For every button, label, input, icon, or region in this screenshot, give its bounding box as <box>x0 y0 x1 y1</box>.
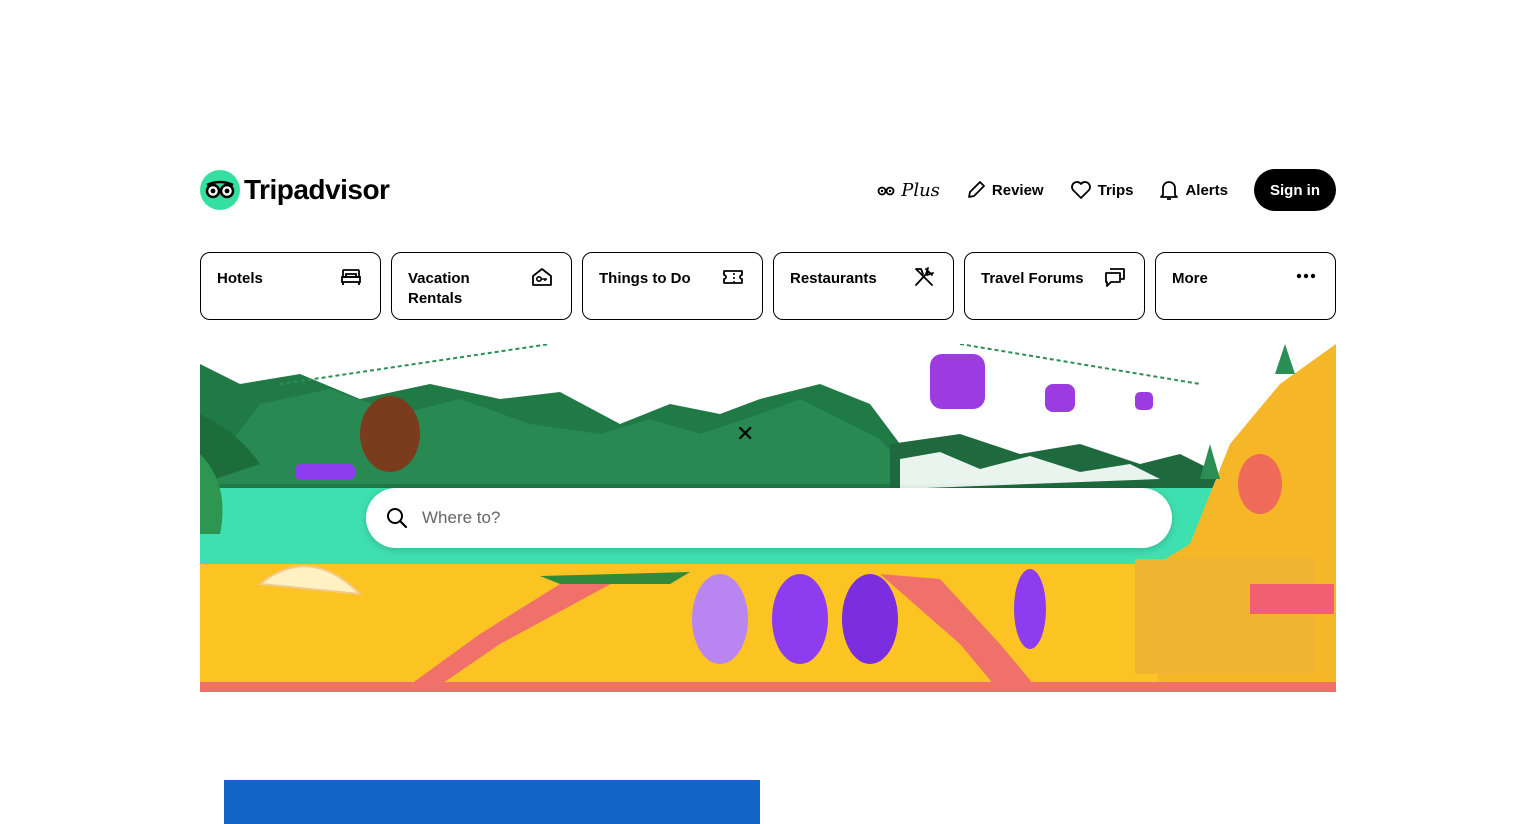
bell-icon <box>1160 181 1179 200</box>
close-icon[interactable]: ✕ <box>736 423 754 445</box>
speech-bubbles-icon <box>1105 268 1125 287</box>
alerts-link[interactable]: Alerts <box>1159 179 1228 201</box>
brand-name: Tripadvisor <box>244 174 390 205</box>
tab-label: Hotels <box>217 270 263 287</box>
search-bar[interactable] <box>366 488 1172 548</box>
sign-in-button[interactable]: Sign in <box>1254 169 1336 211</box>
tab-vacation-rentals[interactable]: Vacation Rentals <box>391 252 572 320</box>
owl-eyes-icon <box>200 170 240 210</box>
tab-travel-forums[interactable]: Travel Forums <box>964 252 1145 320</box>
bed-icon <box>341 269 361 285</box>
tab-restaurants[interactable]: Restaurants <box>773 252 954 320</box>
heart-icon <box>1070 181 1091 199</box>
search-icon <box>387 508 408 529</box>
tab-hotels[interactable]: Hotels <box>200 252 381 320</box>
tab-more[interactable]: More <box>1155 252 1336 320</box>
pencil-icon <box>968 181 985 198</box>
plus-link[interactable]: Plus <box>877 180 940 201</box>
owl-eyes-small-icon <box>877 186 895 196</box>
hero-banner: ✕ <box>200 344 1336 692</box>
house-key-icon <box>532 268 552 286</box>
review-link[interactable]: Review <box>966 180 1044 200</box>
trips-label: Trips <box>1097 181 1134 199</box>
tab-label: Vacation Rentals <box>408 270 470 307</box>
trips-link[interactable]: Trips <box>1070 180 1134 200</box>
top-nav: Plus Review Trips Alerts Sign in <box>877 169 1336 211</box>
tab-label: Travel Forums <box>981 270 1084 287</box>
category-tabs: Hotels Vacation Rentals Things to Do Res… <box>200 252 1336 320</box>
tripadvisor-logo[interactable]: Tripadvisor <box>200 170 390 210</box>
tab-things-to-do[interactable]: Things to Do <box>582 252 763 320</box>
alerts-label: Alerts <box>1185 181 1228 199</box>
fork-knife-icon <box>915 267 934 286</box>
more-dots-icon <box>1296 273 1316 279</box>
search-input[interactable] <box>420 507 1124 529</box>
tab-label: Things to Do <box>599 270 691 287</box>
tab-label: Restaurants <box>790 270 877 287</box>
ticket-icon <box>723 270 743 284</box>
plus-label: Plus <box>901 179 940 201</box>
review-label: Review <box>991 181 1044 199</box>
tab-label: More <box>1172 270 1208 287</box>
promo-banner[interactable] <box>224 780 760 824</box>
